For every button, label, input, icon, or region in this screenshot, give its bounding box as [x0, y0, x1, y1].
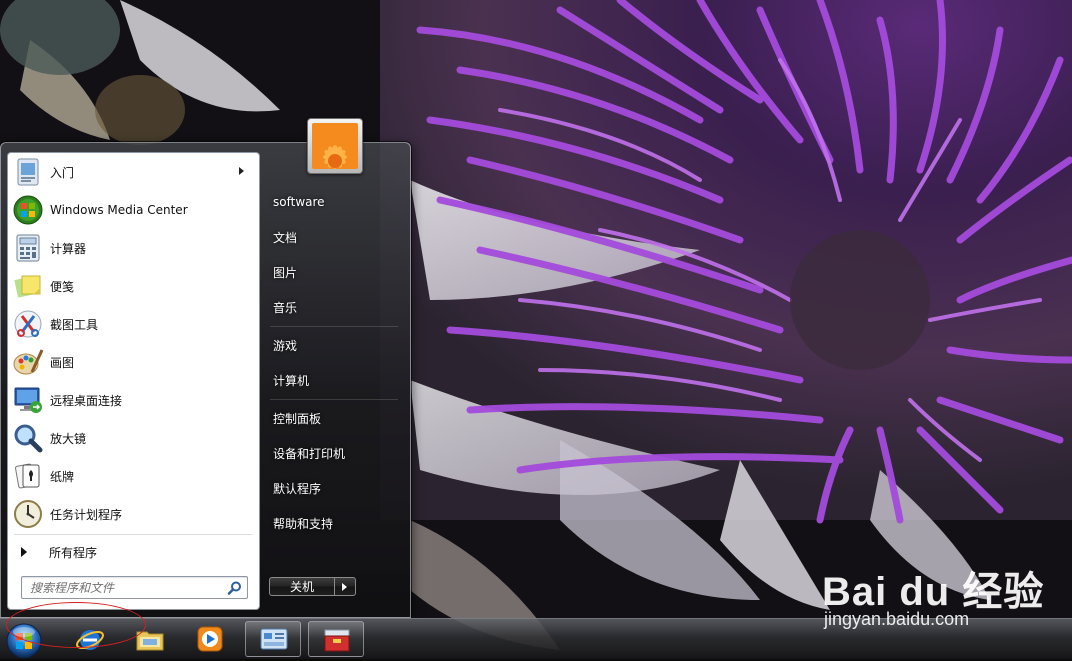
- right-item-music[interactable]: 音乐: [266, 292, 402, 322]
- toolbox-icon: [324, 629, 350, 652]
- program-item-solitaire[interactable]: 纸牌: [12, 458, 256, 494]
- right-item-software[interactable]: software: [266, 187, 402, 217]
- internet-explorer-icon: [76, 630, 104, 650]
- right-pane-separator: [270, 399, 398, 400]
- program-item-getting-started[interactable]: 入门: [12, 154, 256, 190]
- right-item-label: 音乐: [273, 300, 298, 315]
- program-item-label: 任务计划程序: [50, 507, 123, 522]
- right-item-label: 计算机: [273, 373, 310, 388]
- right-item-label: software: [273, 195, 325, 209]
- shutdown-button[interactable]: 关机: [269, 577, 335, 596]
- program-item-snipping-tool[interactable]: 截图工具: [12, 306, 256, 342]
- flower-user-picture: [312, 123, 358, 169]
- shutdown-options-button[interactable]: [335, 577, 356, 596]
- magnifier-icon: [12, 422, 44, 454]
- all-programs-button[interactable]: 所有程序: [12, 539, 256, 565]
- windows-media-center-icon: [12, 194, 44, 226]
- program-item-label: 远程桌面连接: [50, 393, 123, 408]
- watermark-url: jingyan.baidu.com: [824, 609, 970, 629]
- user-account-picture[interactable]: [307, 118, 363, 174]
- calculator-icon: [12, 232, 44, 264]
- program-item-windows-media-center[interactable]: Windows Media Center: [12, 192, 256, 228]
- snipping-tool-icon: [12, 308, 44, 340]
- shutdown-label: 关机: [289, 580, 314, 594]
- right-item-games[interactable]: 游戏: [266, 330, 402, 360]
- taskbar-toolbox[interactable]: [308, 621, 364, 657]
- windows-explorer-icon: [136, 631, 164, 651]
- taskbar-control-panel[interactable]: [245, 621, 301, 657]
- right-item-label: 游戏: [273, 338, 298, 353]
- baidu-jingyan-watermark: Bai du 经验 jingyan.baidu.com: [822, 545, 1062, 637]
- programs-separator: [14, 534, 252, 535]
- right-item-devices-and-printers[interactable]: 设备和打印机: [266, 438, 402, 468]
- right-item-control-panel[interactable]: 控制面板: [266, 403, 402, 433]
- search-icon[interactable]: [227, 580, 243, 596]
- program-item-label: 截图工具: [50, 317, 99, 332]
- program-item-paint[interactable]: 画图: [12, 344, 256, 380]
- submenu-arrow-icon: [239, 167, 244, 175]
- expand-arrow-icon: [21, 547, 27, 557]
- paint-icon: [12, 346, 44, 378]
- program-item-label: 入门: [50, 165, 75, 180]
- taskbar-internet-explorer[interactable]: [62, 621, 118, 657]
- all-programs-label: 所有程序: [49, 545, 98, 560]
- taskbar-windows-explorer[interactable]: [122, 621, 178, 657]
- media-player-icon: [197, 626, 223, 652]
- right-item-label: 帮助和支持: [273, 516, 334, 531]
- search-input[interactable]: [26, 578, 229, 597]
- right-item-label: 控制面板: [273, 411, 322, 426]
- program-item-label: 纸牌: [50, 469, 75, 484]
- search-box: [21, 576, 248, 599]
- control-panel-icon: [260, 628, 288, 650]
- program-item-label: 放大镜: [50, 431, 87, 446]
- right-item-label: 设备和打印机: [273, 446, 346, 461]
- program-item-remote-desktop[interactable]: 远程桌面连接: [12, 382, 256, 418]
- right-item-label: 默认程序: [273, 481, 322, 496]
- right-item-documents[interactable]: 文档: [266, 222, 402, 252]
- program-item-label: 计算器: [50, 241, 87, 256]
- taskbar-media-player[interactable]: [182, 621, 238, 657]
- getting-started-icon: [12, 156, 44, 188]
- program-item-sticky-notes[interactable]: 便笺: [12, 268, 256, 304]
- right-item-label: 文档: [273, 230, 298, 245]
- start-menu-programs-pane: 入门 Windows Media Center 计算器 便笺 截图工具 画图 远…: [7, 152, 260, 610]
- program-item-magnifier[interactable]: 放大镜: [12, 420, 256, 456]
- sticky-notes-icon: [12, 270, 44, 302]
- program-item-label: Windows Media Center: [50, 203, 188, 217]
- remote-desktop-icon: [12, 384, 44, 416]
- right-item-label: 图片: [273, 265, 298, 280]
- solitaire-icon: [12, 460, 44, 492]
- program-item-label: 画图: [50, 355, 75, 370]
- right-item-pictures[interactable]: 图片: [266, 257, 402, 287]
- right-item-help-and-support[interactable]: 帮助和支持: [266, 508, 402, 538]
- program-item-label: 便笺: [50, 279, 75, 294]
- program-item-task-scheduler[interactable]: 任务计划程序: [12, 496, 256, 532]
- start-orb-icon[interactable]: [4, 621, 44, 661]
- program-item-calculator[interactable]: 计算器: [12, 230, 256, 266]
- chevron-right-icon: [342, 583, 347, 591]
- task-scheduler-icon: [12, 498, 44, 530]
- right-item-computer[interactable]: 计算机: [266, 365, 402, 395]
- right-pane-separator: [270, 326, 398, 327]
- right-item-default-programs[interactable]: 默认程序: [266, 473, 402, 503]
